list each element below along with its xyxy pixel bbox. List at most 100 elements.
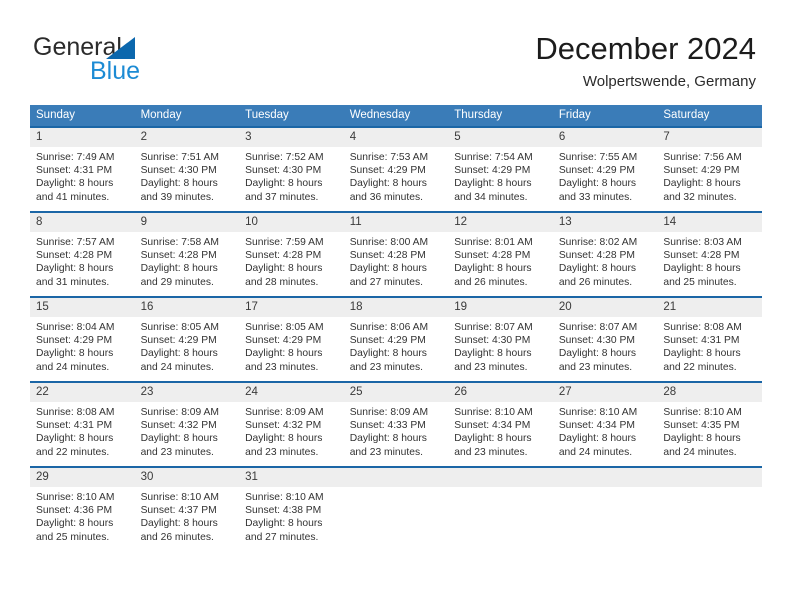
sunrise-text: Sunrise: 7:57 AM [36, 237, 115, 248]
day-info: Sunrise: 8:07 AM Sunset: 4:30 PM Daylight:… [553, 317, 658, 381]
daylight-text-line1: Daylight: 8 hours [454, 433, 532, 445]
day-info: Sunrise: 8:09 AM Sunset: 4:32 PM Daylight:… [135, 402, 240, 466]
day-cell[interactable]: 27 Sunrise: 8:10 AM Sunset: 4:34 PM Dayligh… [552, 383, 658, 466]
day-cell[interactable]: 30 Sunrise: 8:10 AM Sunset: 4:37 PM Dayligh… [134, 468, 240, 551]
day-cell[interactable]: 1 Sunrise: 7:49 AM Sunset: 4:31 PM Daylight… [30, 128, 135, 211]
daylight-text-line2: and 23 minutes. [558, 361, 633, 373]
day-cell[interactable]: 20 Sunrise: 8:07 AM Sunset: 4:30 PM Dayligh… [552, 298, 658, 381]
day-cell[interactable]: 5 Sunrise: 7:54 AM Sunset: 4:29 PM Daylight… [448, 128, 553, 211]
weekday-header-monday: Monday [140, 109, 182, 121]
day-info: Sunrise: 7:56 AM Sunset: 4:29 PM Daylight:… [657, 147, 762, 211]
day-info: Sunrise: 8:06 AM Sunset: 4:29 PM Daylight:… [344, 317, 449, 381]
week-body: 22 Sunrise: 8:08 AM Sunset: 4:31 PM Dayligh… [30, 383, 762, 466]
sunrise-text: Sunrise: 8:08 AM [663, 322, 742, 333]
day-info: Sunrise: 7:58 AM Sunset: 4:28 PM Daylight:… [135, 232, 240, 296]
day-cell[interactable]: 14 Sunrise: 8:03 AM Sunset: 4:28 PM Dayligh… [657, 213, 762, 296]
day-info [553, 487, 658, 551]
day-cell[interactable]: 6 Sunrise: 7:55 AM Sunset: 4:29 PM Daylight… [552, 128, 658, 211]
sunset-text: Sunset: 4:31 PM [36, 420, 113, 432]
day-number: 27 [552, 383, 658, 402]
sunset-text: Sunset: 4:33 PM [349, 420, 426, 432]
day-cell[interactable]: 26 Sunrise: 8:10 AM Sunset: 4:34 PM Dayligh… [448, 383, 553, 466]
daylight-text-line2: and 24 minutes. [36, 361, 110, 373]
day-cell[interactable]: 13 Sunrise: 8:02 AM Sunset: 4:28 PM Dayligh… [552, 213, 658, 296]
sunset-text: Sunset: 4:28 PM [349, 250, 426, 262]
daylight-text-line2: and 24 minutes. [140, 361, 214, 373]
logo-triangle-icon [106, 37, 135, 59]
title-block: December 2024 Wolpertswende, Germany [535, 30, 756, 93]
day-cell[interactable]: 23 Sunrise: 8:09 AM Sunset: 4:32 PM Dayligh… [134, 383, 240, 466]
sunset-text: Sunset: 4:28 PM [454, 250, 531, 262]
day-info: Sunrise: 7:51 AM Sunset: 4:30 PM Daylight:… [135, 147, 240, 211]
daylight-text-line1: Daylight: 8 hours [140, 433, 218, 445]
day-number [657, 468, 762, 487]
day-cell[interactable]: 16 Sunrise: 8:05 AM Sunset: 4:29 PM Dayligh… [134, 298, 240, 381]
daylight-text-line1: Daylight: 8 hours [36, 178, 114, 190]
day-cell[interactable]: 12 Sunrise: 8:01 AM Sunset: 4:28 PM Dayligh… [448, 213, 553, 296]
daylight-text-line1: Daylight: 8 hours [36, 263, 114, 275]
sunrise-text: Sunrise: 8:09 AM [245, 407, 324, 418]
daylight-text-line2: and 36 minutes. [349, 191, 423, 203]
week-body: 15 Sunrise: 8:04 AM Sunset: 4:29 PM Dayligh… [30, 298, 762, 381]
daylight-text-line1: Daylight: 8 hours [349, 348, 427, 360]
daylight-text-line1: Daylight: 8 hours [140, 348, 218, 360]
day-cell[interactable]: 21 Sunrise: 8:08 AM Sunset: 4:31 PM Dayligh… [657, 298, 762, 381]
day-cell[interactable]: 25 Sunrise: 8:09 AM Sunset: 4:33 PM Dayligh… [343, 383, 449, 466]
day-number: 24 [239, 383, 344, 402]
sunrise-text: Sunrise: 8:10 AM [454, 407, 533, 418]
day-number: 18 [343, 298, 449, 317]
day-cell[interactable]: 4 Sunrise: 7:53 AM Sunset: 4:29 PM Daylight… [343, 128, 449, 211]
day-cell[interactable]: 2 Sunrise: 7:51 AM Sunset: 4:30 PM Daylight… [134, 128, 240, 211]
day-cell[interactable]: 15 Sunrise: 8:04 AM Sunset: 4:29 PM Dayligh… [30, 298, 135, 381]
sunrise-text: Sunrise: 7:54 AM [454, 152, 533, 163]
day-cell[interactable]: 7 Sunrise: 7:56 AM Sunset: 4:29 PM Daylight… [657, 128, 762, 211]
day-number: 8 [30, 213, 135, 232]
day-cell[interactable]: 9 Sunrise: 7:58 AM Sunset: 4:28 PM Daylight… [134, 213, 240, 296]
sunset-text: Sunset: 4:36 PM [36, 505, 113, 517]
day-cell[interactable]: 24 Sunrise: 8:09 AM Sunset: 4:32 PM Dayligh… [239, 383, 344, 466]
daylight-text-line1: Daylight: 8 hours [663, 263, 741, 275]
sunset-text: Sunset: 4:29 PM [558, 165, 635, 177]
general-blue-logo[interactable]: General Blue [33, 33, 223, 87]
calendar-page: General Blue December 2024 Wolpertswende… [0, 0, 792, 612]
day-info: Sunrise: 7:49 AM Sunset: 4:31 PM Daylight:… [30, 147, 135, 211]
sunset-text: Sunset: 4:29 PM [245, 335, 322, 347]
daylight-text-line1: Daylight: 8 hours [36, 348, 114, 360]
day-cell[interactable]: 22 Sunrise: 8:08 AM Sunset: 4:31 PM Dayligh… [30, 383, 135, 466]
day-number [448, 468, 553, 487]
sunrise-text: Sunrise: 8:07 AM [558, 322, 638, 333]
day-number: 29 [30, 468, 135, 487]
day-cell[interactable]: 10 Sunrise: 7:59 AM Sunset: 4:28 PM Dayligh… [239, 213, 344, 296]
day-cell[interactable]: 29 Sunrise: 8:10 AM Sunset: 4:36 PM Dayligh… [30, 468, 135, 551]
daylight-text-line1: Daylight: 8 hours [558, 433, 637, 445]
sunrise-text: Sunrise: 8:00 AM [349, 237, 429, 248]
day-cell[interactable]: 11 Sunrise: 8:00 AM Sunset: 4:28 PM Dayligh… [343, 213, 449, 296]
day-info: Sunrise: 8:10 AM Sunset: 4:38 PM Daylight:… [239, 487, 344, 551]
day-number: 1 [30, 128, 135, 147]
daylight-text-line2: and 24 minutes. [558, 446, 633, 458]
day-number: 17 [239, 298, 344, 317]
day-cell[interactable]: 3 Sunrise: 7:52 AM Sunset: 4:30 PM Daylight… [239, 128, 344, 211]
daylight-text-line1: Daylight: 8 hours [558, 348, 637, 360]
day-cell[interactable]: 8 Sunrise: 7:57 AM Sunset: 4:28 PM Daylight… [30, 213, 135, 296]
sunset-text: Sunset: 4:29 PM [663, 165, 740, 177]
day-cell[interactable]: 18 Sunrise: 8:06 AM Sunset: 4:29 PM Dayligh… [343, 298, 449, 381]
sunset-text: Sunset: 4:32 PM [140, 420, 217, 432]
daylight-text-line2: and 22 minutes. [663, 361, 737, 373]
sunset-text: Sunset: 4:32 PM [245, 420, 322, 432]
day-number: 6 [552, 128, 658, 147]
day-info: Sunrise: 7:52 AM Sunset: 4:30 PM Daylight:… [239, 147, 344, 211]
day-cell[interactable]: 19 Sunrise: 8:07 AM Sunset: 4:30 PM Dayligh… [448, 298, 553, 381]
daylight-text-line1: Daylight: 8 hours [663, 348, 741, 360]
day-cell[interactable]: 31 Sunrise: 8:10 AM Sunset: 4:38 PM Dayligh… [239, 468, 344, 551]
day-cell[interactable]: 17 Sunrise: 8:05 AM Sunset: 4:29 PM Dayligh… [239, 298, 344, 381]
day-number: 15 [30, 298, 135, 317]
calendar-weeks: 1 Sunrise: 7:49 AM Sunset: 4:31 PM Daylight… [30, 126, 762, 551]
sunrise-text: Sunrise: 8:06 AM [349, 322, 429, 333]
week-row: 8 Sunrise: 7:57 AM Sunset: 4:28 PM Daylight… [30, 211, 762, 296]
day-number: 12 [448, 213, 553, 232]
day-cell[interactable]: 28 Sunrise: 8:10 AM Sunset: 4:35 PM Dayligh… [657, 383, 762, 466]
day-number: 26 [448, 383, 553, 402]
daylight-text-line1: Daylight: 8 hours [454, 263, 532, 275]
sunset-text: Sunset: 4:30 PM [140, 165, 217, 177]
